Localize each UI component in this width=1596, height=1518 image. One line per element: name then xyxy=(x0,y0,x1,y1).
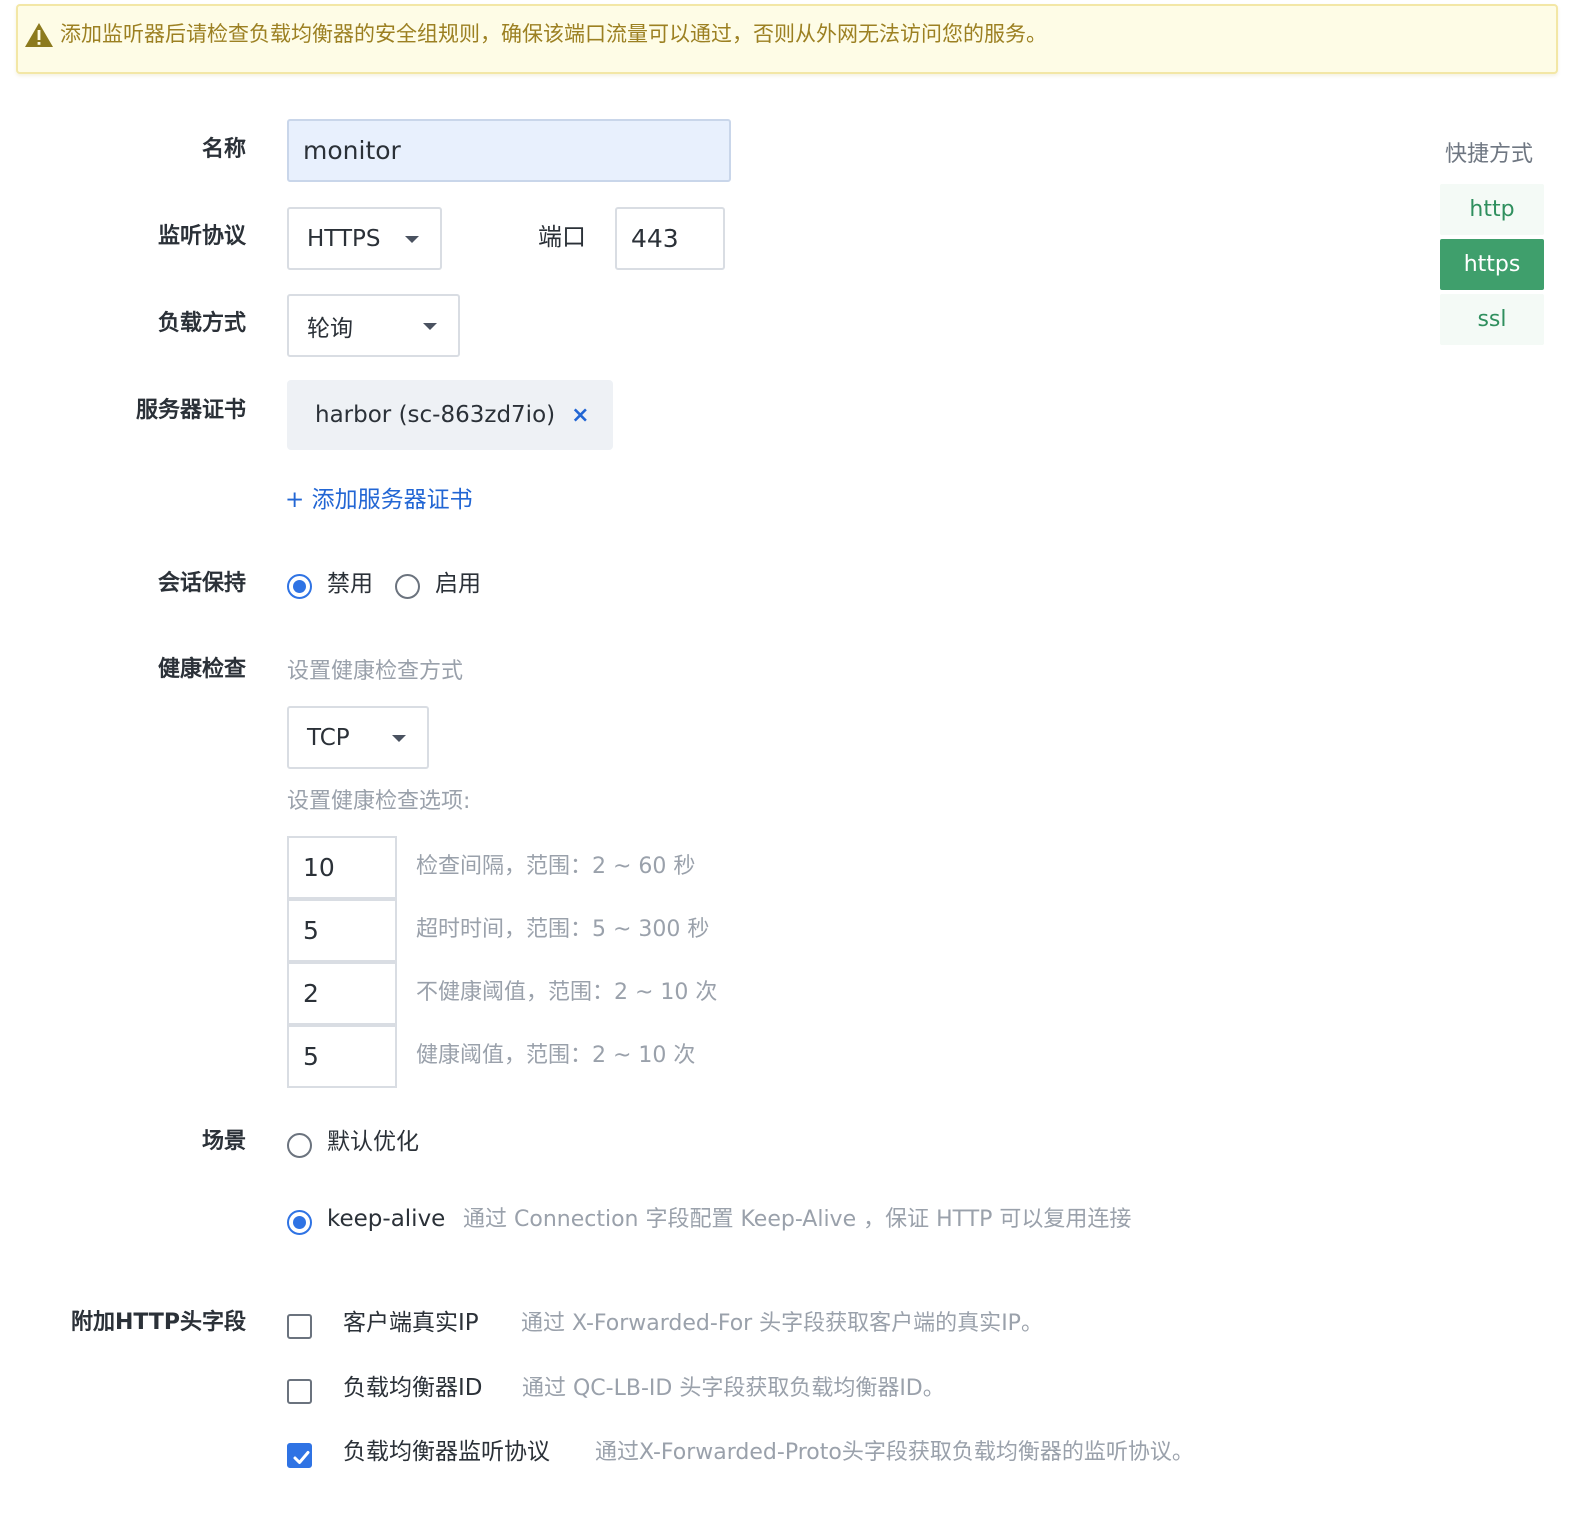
health-label: 健康检查 xyxy=(157,657,246,682)
warning-text: 添加监听器后请检查负载均衡器的安全组规则，确保该端口流量可以通过，否则从外网无法… xyxy=(60,22,1047,46)
session-enable-label[interactable]: 启用 xyxy=(435,568,481,600)
health-method-value: TCP xyxy=(307,724,350,751)
scene-default-label[interactable]: 默认优化 xyxy=(327,1126,419,1158)
header-client-ip-checkbox[interactable] xyxy=(287,1314,312,1339)
check-interval-input[interactable]: 10 xyxy=(287,836,397,899)
name-input-value: monitor xyxy=(303,136,401,165)
unhealthy-threshold-input[interactable]: 2 xyxy=(287,962,397,1025)
session-disable-label[interactable]: 禁用 xyxy=(327,568,373,600)
warning-icon xyxy=(25,23,53,47)
protocol-select-value: HTTPS xyxy=(307,225,381,252)
name-label: 名称 xyxy=(201,137,246,162)
balance-label: 负载方式 xyxy=(157,311,246,336)
scene-label: 场景 xyxy=(201,1129,246,1154)
port-label: 端口 xyxy=(538,223,586,251)
header-lb-id-desc: 通过 QC-LB-ID 头字段获取负载均衡器ID。 xyxy=(522,1376,945,1401)
name-input[interactable]: monitor xyxy=(287,119,731,182)
session-enable-radio[interactable] xyxy=(395,574,420,599)
healthy-threshold-input[interactable]: 5 xyxy=(287,1025,397,1088)
timeout-value: 5 xyxy=(303,916,319,945)
shortcut-https[interactable]: https xyxy=(1440,239,1544,290)
header-proto-checkbox[interactable] xyxy=(287,1443,312,1468)
header-client-ip-label[interactable]: 客户端真实IP xyxy=(343,1307,479,1339)
check-interval-desc: 检查间隔，范围：2 ~ 60 秒 xyxy=(416,854,696,879)
shortcuts-title: 快捷方式 xyxy=(1445,142,1534,167)
unhealthy-threshold-value: 2 xyxy=(303,979,319,1008)
session-disable-radio[interactable] xyxy=(287,574,312,599)
cert-label: 服务器证书 xyxy=(135,398,246,423)
add-cert-link[interactable]: + 添加服务器证书 xyxy=(285,480,473,514)
timeout-input[interactable]: 5 xyxy=(287,899,397,962)
port-input-value: 443 xyxy=(631,224,679,253)
headers-label: 附加HTTP头字段 xyxy=(70,1310,246,1335)
timeout-desc: 超时时间，范围：5 ~ 300 秒 xyxy=(416,917,710,942)
health-method-hint: 设置健康检查方式 xyxy=(287,659,464,684)
port-input[interactable]: 443 xyxy=(615,207,725,270)
health-method-select[interactable]: TCP xyxy=(287,706,429,769)
balance-select-value: 轮询 xyxy=(307,315,353,342)
header-lb-id-label[interactable]: 负载均衡器ID xyxy=(343,1372,483,1404)
scene-keepalive-desc: 通过 Connection 字段配置 Keep-Alive ，保证 HTTP 可… xyxy=(463,1207,1132,1232)
header-proto-label[interactable]: 负载均衡器监听协议 xyxy=(343,1436,550,1468)
chevron-down-icon xyxy=(392,735,406,742)
remove-cert-icon[interactable]: × xyxy=(571,403,589,428)
scene-keepalive-radio[interactable] xyxy=(287,1210,312,1235)
session-label: 会话保持 xyxy=(157,571,246,596)
health-options-hint: 设置健康检查选项: xyxy=(287,789,471,814)
shortcut-ssl[interactable]: ssl xyxy=(1440,294,1544,345)
scene-default-radio[interactable] xyxy=(287,1133,312,1158)
cert-tag-text: harbor (sc-863zd7io) xyxy=(315,402,556,428)
shortcut-http[interactable]: http xyxy=(1440,184,1544,235)
header-lb-id-checkbox[interactable] xyxy=(287,1379,312,1404)
header-client-ip-desc: 通过 X-Forwarded-For 头字段获取客户端的真实IP。 xyxy=(521,1311,1043,1336)
protocol-select[interactable]: HTTPS xyxy=(287,207,442,270)
header-proto-desc: 通过X-Forwarded-Proto头字段获取负载均衡器的监听协议。 xyxy=(595,1440,1194,1465)
unhealthy-threshold-desc: 不健康阈值，范围：2 ~ 10 次 xyxy=(416,980,718,1005)
check-interval-value: 10 xyxy=(303,853,335,882)
healthy-threshold-value: 5 xyxy=(303,1042,319,1071)
check-icon xyxy=(293,1451,310,1464)
protocol-label: 监听协议 xyxy=(157,224,246,249)
healthy-threshold-desc: 健康阈值，范围：2 ~ 10 次 xyxy=(416,1043,696,1068)
cert-tag: harbor (sc-863zd7io) × xyxy=(287,380,613,450)
chevron-down-icon xyxy=(423,323,437,330)
balance-select[interactable]: 轮询 xyxy=(287,294,460,357)
scene-keepalive-label[interactable]: keep-alive xyxy=(327,1203,445,1235)
chevron-down-icon xyxy=(405,236,419,243)
